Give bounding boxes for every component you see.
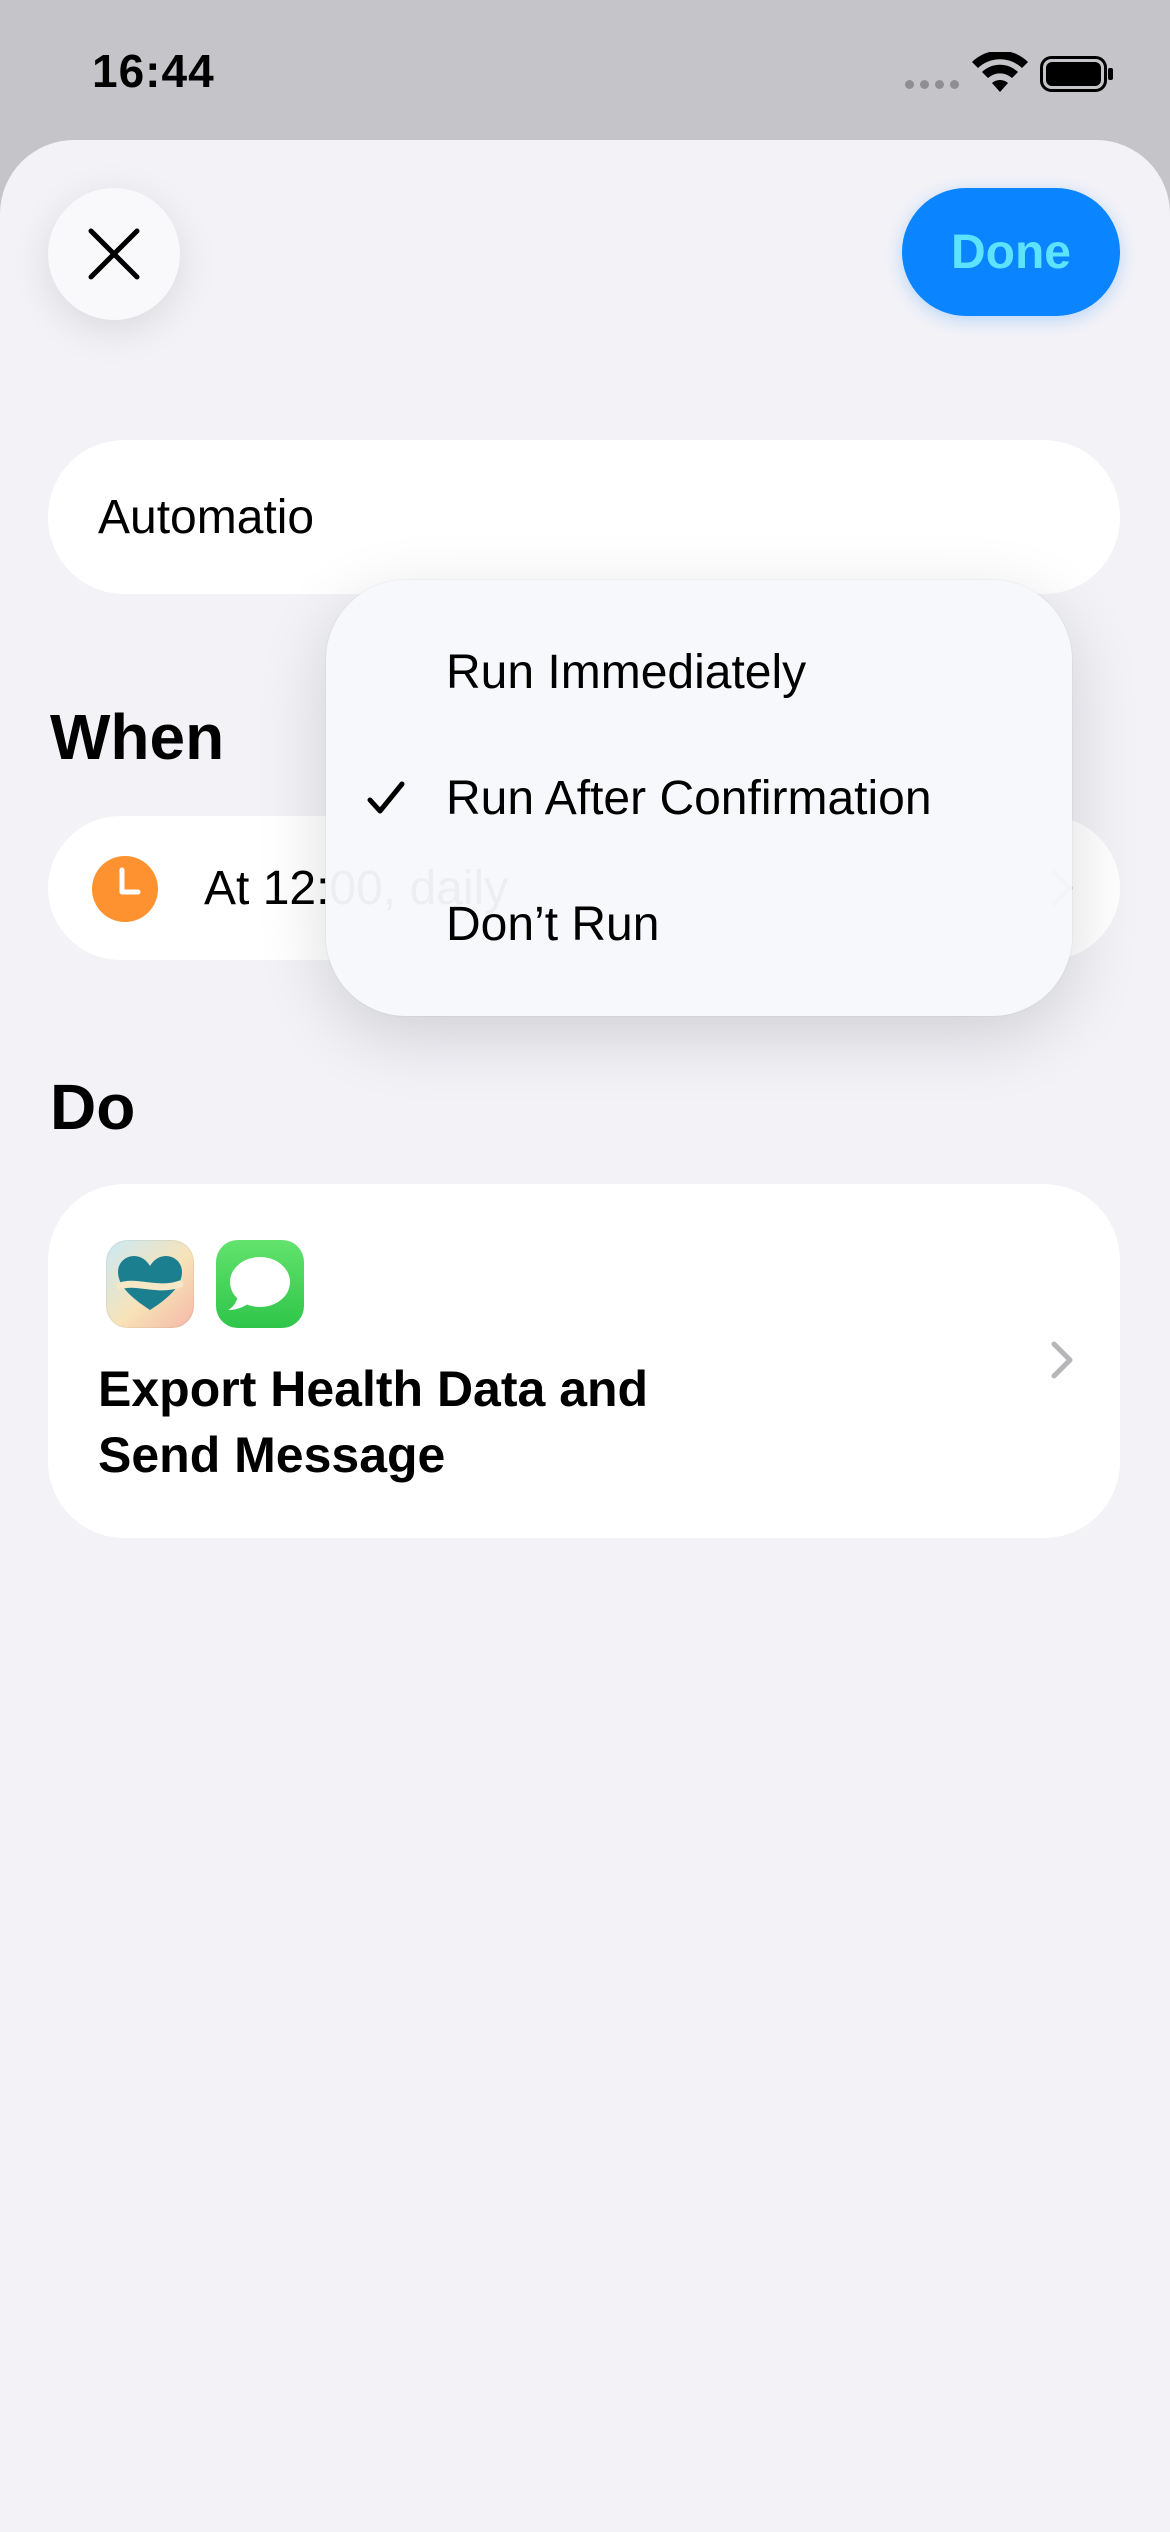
close-button[interactable] (48, 188, 180, 320)
run-option-menu: Run Immediately Run After Confirmation D… (326, 580, 1072, 1016)
do-action-label: Export Health Data and Send Message (98, 1361, 649, 1483)
clock-icon (92, 856, 158, 922)
menu-item-label: Don’t Run (446, 897, 660, 951)
do-section-title: Do (50, 1071, 136, 1143)
status-bar: 16:44 (0, 0, 1170, 140)
wifi-icon (972, 52, 1028, 92)
done-button[interactable]: Done (902, 188, 1120, 316)
menu-item-run-immediately[interactable]: Run Immediately (326, 610, 1072, 734)
automation-run-setting-row[interactable]: Automatio (48, 440, 1120, 594)
menu-item-run-after-confirmation[interactable]: Run After Confirmation (326, 736, 1072, 860)
health-app-icon (106, 1240, 194, 1328)
menu-item-dont-run[interactable]: Don’t Run (326, 862, 1072, 986)
menu-item-label: Run Immediately (446, 645, 807, 699)
checkmark-icon (367, 781, 405, 814)
signal-icon (905, 80, 959, 89)
when-section-title: When (50, 701, 225, 773)
messages-app-icon (216, 1240, 304, 1328)
chevron-right-icon (1051, 1341, 1073, 1379)
automation-sheet: Done Automatio When At 12:00, daily Do (0, 140, 1170, 2532)
do-action-card[interactable]: Export Health Data and Send Message (48, 1184, 1120, 1538)
close-icon (88, 228, 140, 280)
battery-icon (1040, 56, 1113, 92)
automation-label: Automatio (98, 490, 315, 544)
menu-item-label: Run After Confirmation (446, 771, 932, 825)
status-time: 16:44 (92, 45, 215, 97)
